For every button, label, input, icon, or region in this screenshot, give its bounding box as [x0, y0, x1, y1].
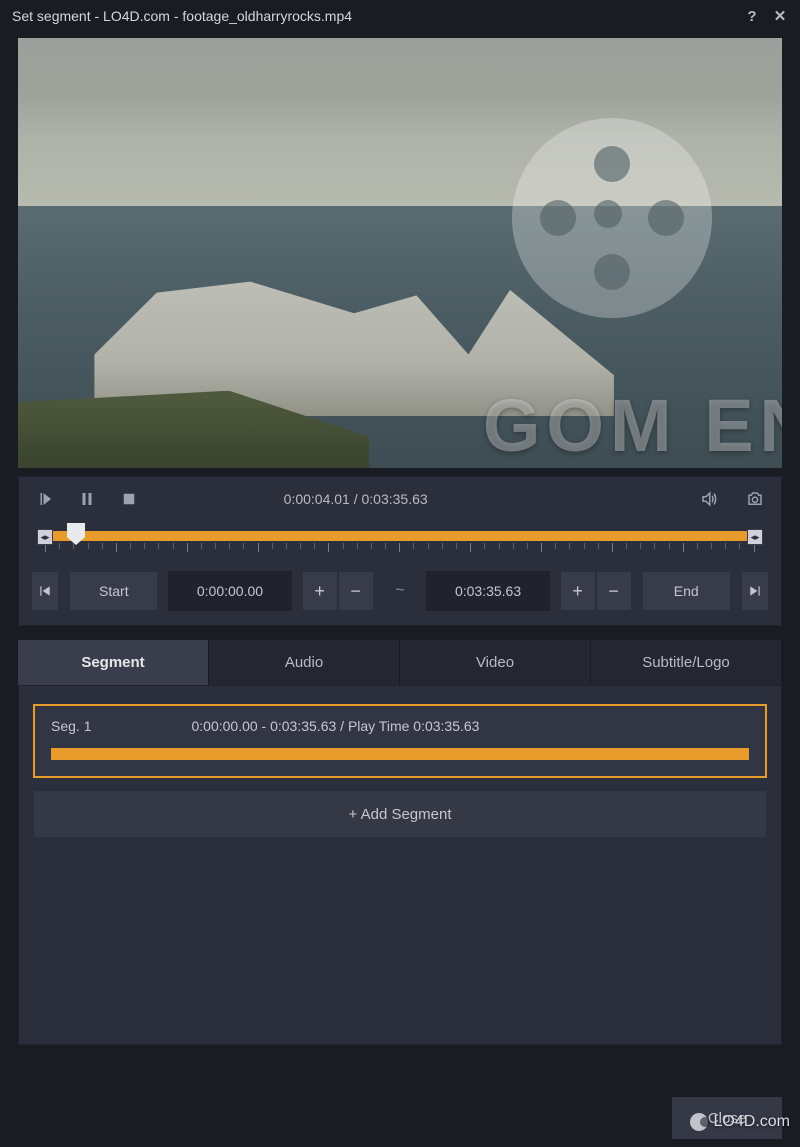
segment-name: Seg. 1 — [51, 718, 91, 734]
tab-video[interactable]: Video — [400, 640, 591, 685]
tab-segment[interactable]: Segment — [18, 640, 209, 685]
end-decrement-button[interactable]: − — [596, 571, 632, 611]
start-increment-button[interactable]: + — [302, 571, 338, 611]
goto-start-button[interactable] — [31, 571, 59, 611]
tab-subtitle-logo[interactable]: Subtitle/Logo — [591, 640, 782, 685]
tabs: Segment Audio Video Subtitle/Logo — [18, 640, 782, 685]
window-title: Set segment - LO4D.com - footage_oldharr… — [12, 8, 352, 24]
total-time: 0:03:35.63 — [362, 491, 428, 507]
end-increment-button[interactable]: + — [560, 571, 596, 611]
segment-item[interactable]: Seg. 1 0:00:00.00 - 0:03:35.63 / Play Ti… — [33, 704, 767, 778]
start-time-field[interactable]: 0:00:00.00 — [168, 571, 291, 611]
video-preview[interactable]: GOM ENCO — [18, 38, 782, 468]
play-button[interactable] — [31, 487, 59, 511]
footer: Close — [0, 1089, 800, 1147]
timeline-start-handle[interactable]: ◂▸ — [37, 529, 53, 545]
set-start-button[interactable]: Start — [69, 571, 158, 611]
tab-audio[interactable]: Audio — [209, 640, 400, 685]
playback-controls-panel: 0:00:04.01 / 0:03:35.63 ◂▸ ◂▸ — [18, 476, 782, 626]
current-time: 0:00:04.01 — [284, 491, 350, 507]
segment-range-bar[interactable] — [51, 748, 749, 760]
snapshot-icon[interactable] — [741, 487, 769, 511]
timeline[interactable]: ◂▸ ◂▸ — [31, 525, 769, 555]
goto-end-button[interactable] — [741, 571, 769, 611]
timeline-ruler — [45, 543, 755, 553]
stop-button[interactable] — [115, 487, 143, 511]
segment-info: 0:00:00.00 - 0:03:35.63 / Play Time 0:03… — [191, 718, 479, 734]
window-close-icon[interactable]: ✕ — [772, 8, 788, 24]
watermark-product-text: GOM ENCO — [483, 383, 782, 468]
set-end-button[interactable]: End — [642, 571, 731, 611]
help-icon[interactable]: ? — [744, 8, 760, 24]
segment-panel: Seg. 1 0:00:00.00 - 0:03:35.63 / Play Ti… — [18, 685, 782, 1045]
add-segment-button[interactable]: + Add Segment — [33, 790, 767, 838]
start-decrement-button[interactable]: − — [338, 571, 374, 611]
timeline-end-handle[interactable]: ◂▸ — [747, 529, 763, 545]
watermark-reel-icon — [512, 118, 712, 318]
titlebar: Set segment - LO4D.com - footage_oldharr… — [0, 0, 800, 32]
close-button[interactable]: Close — [672, 1097, 782, 1139]
timeline-playhead[interactable] — [67, 523, 85, 545]
end-time-field[interactable]: 0:03:35.63 — [426, 571, 549, 611]
timeline-track[interactable] — [45, 531, 755, 541]
time-display: 0:00:04.01 / 0:03:35.63 — [284, 491, 428, 507]
pause-button[interactable] — [73, 487, 101, 511]
volume-icon[interactable] — [695, 487, 723, 511]
range-separator: ~ — [384, 582, 417, 600]
